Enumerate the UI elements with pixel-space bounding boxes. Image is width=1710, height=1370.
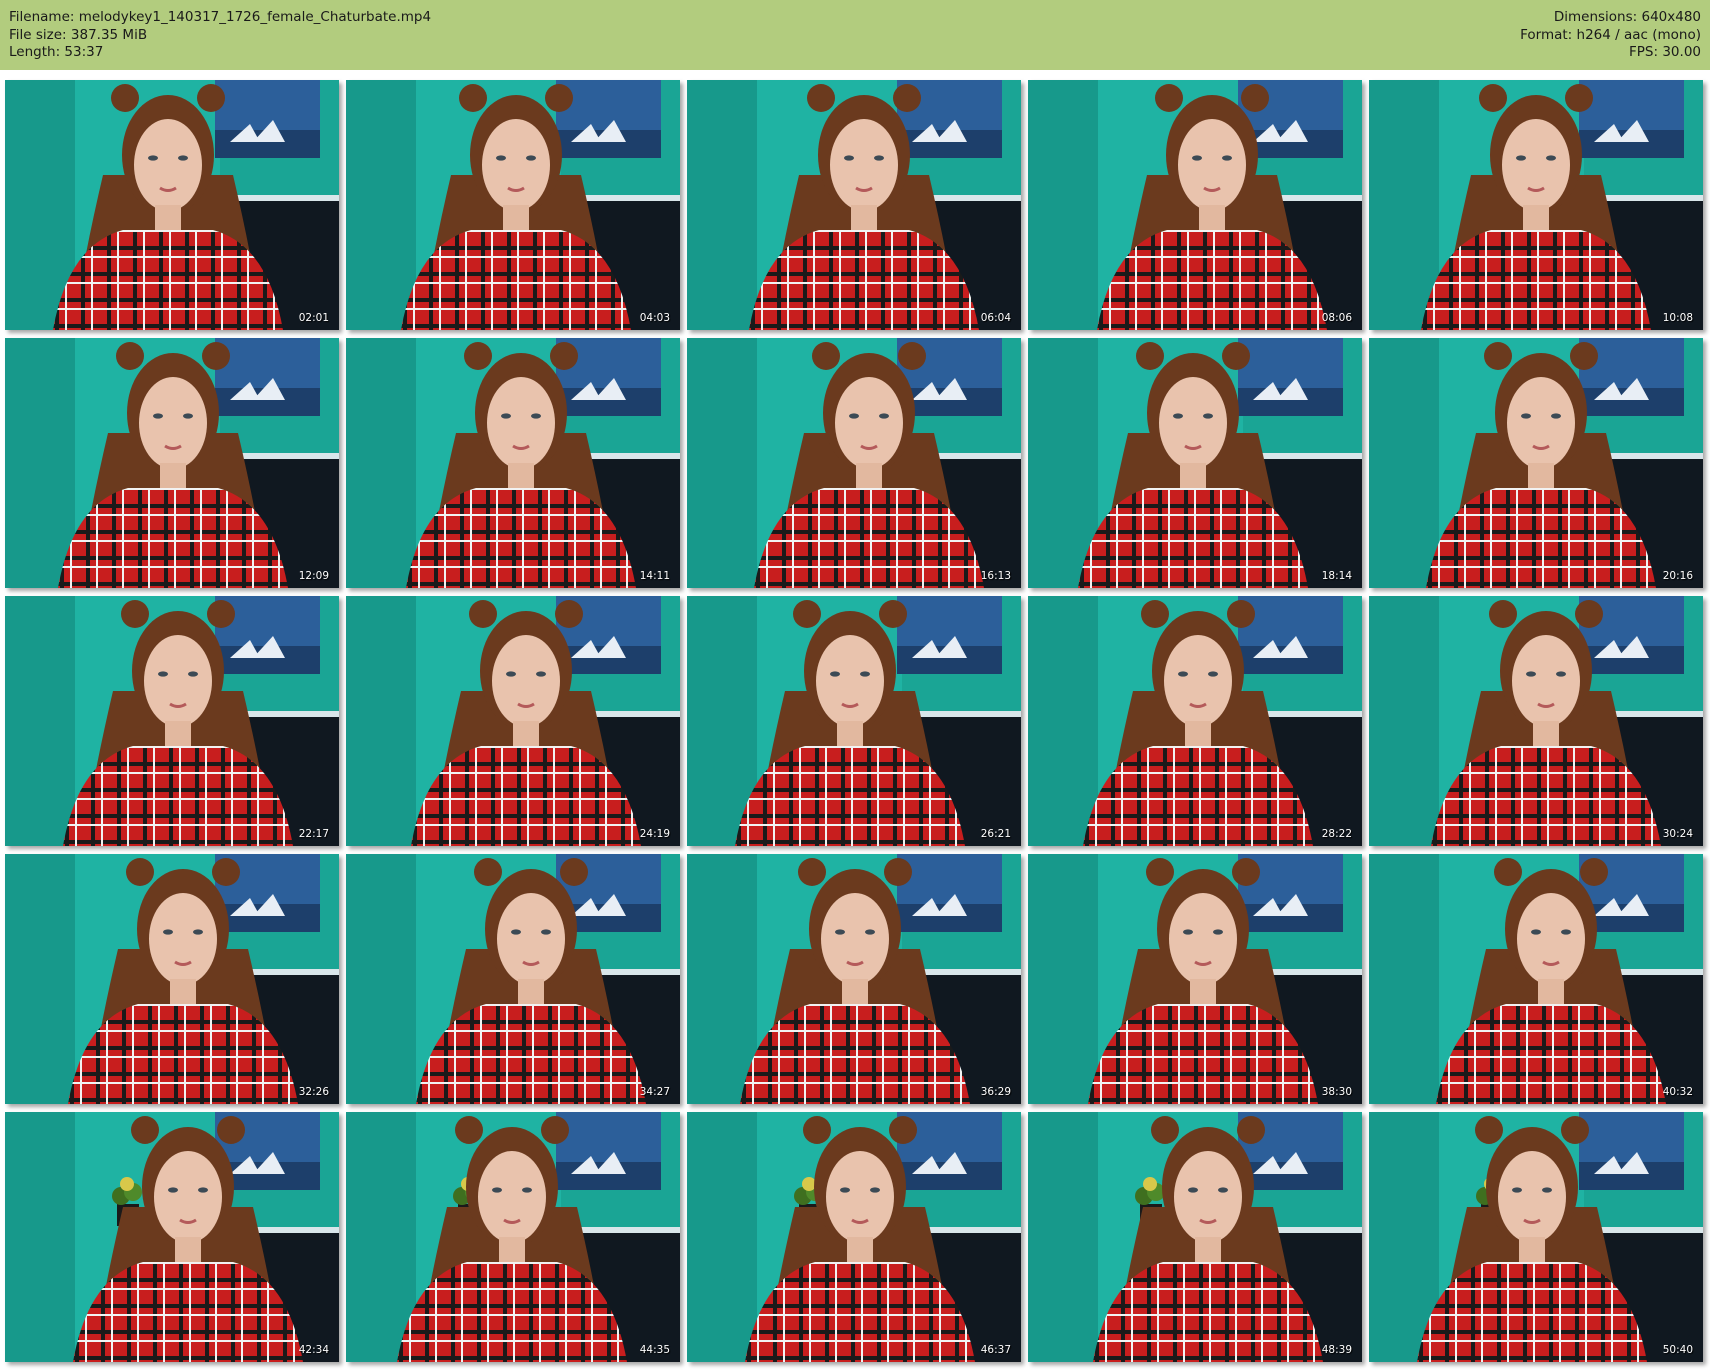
video-thumbnail: 22:17 (5, 596, 339, 846)
thumbnail-timestamp: 10:08 (1662, 312, 1693, 324)
video-thumbnail: 36:29 (687, 854, 1021, 1104)
thumbnail-timestamp: 14:11 (639, 570, 670, 582)
info-header: Filename: melodykey1_140317_1726_female_… (0, 0, 1710, 70)
thumbnail-timestamp: 34:27 (639, 1086, 670, 1098)
fps-text: FPS: 30.00 (1629, 44, 1701, 60)
thumbnail-timestamp: 20:16 (1662, 570, 1693, 582)
video-thumbnail: 30:24 (1369, 596, 1703, 846)
thumbnail-timestamp: 50:40 (1662, 1344, 1693, 1356)
thumbnail-timestamp: 32:26 (298, 1086, 329, 1098)
video-thumbnail: 50:40 (1369, 1112, 1703, 1362)
length-text: Length: 53:37 (9, 44, 104, 60)
filesize-text: File size: 387.35 MiB (9, 26, 148, 43)
dimensions-text: Dimensions: 640x480 (1553, 9, 1701, 25)
video-thumbnail: 48:39 (1028, 1112, 1362, 1362)
thumbnail-timestamp: 06:04 (980, 312, 1011, 324)
thumbnail-timestamp: 44:35 (639, 1344, 670, 1356)
video-thumbnail: 34:27 (346, 854, 680, 1104)
thumbnail-timestamp: 24:19 (639, 828, 670, 840)
thumbnail-timestamp: 16:13 (980, 570, 1011, 582)
thumbnail-grid: 02:01 04:03 06:04 08:06 10:08 12:09 14:1… (5, 80, 1705, 1365)
video-thumbnail: 16:13 (687, 338, 1021, 588)
video-thumbnail: 46:37 (687, 1112, 1021, 1362)
thumbnail-timestamp: 38:30 (1321, 1086, 1352, 1098)
video-thumbnail: 26:21 (687, 596, 1021, 846)
file-info-left: Filename: melodykey1_140317_1726_female_… (9, 9, 431, 62)
thumbnail-timestamp: 02:01 (298, 312, 329, 324)
thumbnail-timestamp: 46:37 (980, 1344, 1011, 1356)
thumbnail-timestamp: 28:22 (1321, 828, 1352, 840)
thumbnail-timestamp: 12:09 (298, 570, 329, 582)
video-thumbnail: 28:22 (1028, 596, 1362, 846)
thumbnail-timestamp: 22:17 (298, 828, 329, 840)
video-thumbnail: 20:16 (1369, 338, 1703, 588)
video-thumbnail: 38:30 (1028, 854, 1362, 1104)
video-thumbnail: 18:14 (1028, 338, 1362, 588)
format-text: Format: h264 / aac (mono) (1520, 26, 1701, 43)
video-thumbnail: 08:06 (1028, 80, 1362, 330)
video-thumbnail: 44:35 (346, 1112, 680, 1362)
video-thumbnail: 14:11 (346, 338, 680, 588)
thumbnail-timestamp: 30:24 (1662, 828, 1693, 840)
thumbnail-timestamp: 42:34 (298, 1344, 329, 1356)
thumbnail-timestamp: 08:06 (1321, 312, 1352, 324)
file-info-right: Dimensions: 640x480 Format: h264 / aac (… (1520, 9, 1701, 62)
thumbnail-timestamp: 36:29 (980, 1086, 1011, 1098)
thumbnail-timestamp: 48:39 (1321, 1344, 1352, 1356)
filename-text: Filename: melodykey1_140317_1726_female_… (9, 9, 432, 25)
video-thumbnail: 40:32 (1369, 854, 1703, 1104)
thumbnail-timestamp: 04:03 (639, 312, 670, 324)
video-thumbnail: 12:09 (5, 338, 339, 588)
video-thumbnail: 24:19 (346, 596, 680, 846)
thumbnail-timestamp: 18:14 (1321, 570, 1352, 582)
thumbnail-timestamp: 40:32 (1662, 1086, 1693, 1098)
video-thumbnail: 10:08 (1369, 80, 1703, 330)
video-thumbnail: 42:34 (5, 1112, 339, 1362)
thumbnail-timestamp: 26:21 (980, 828, 1011, 840)
video-thumbnail: 32:26 (5, 854, 339, 1104)
video-thumbnail: 02:01 (5, 80, 339, 330)
video-thumbnail: 04:03 (346, 80, 680, 330)
video-thumbnail: 06:04 (687, 80, 1021, 330)
